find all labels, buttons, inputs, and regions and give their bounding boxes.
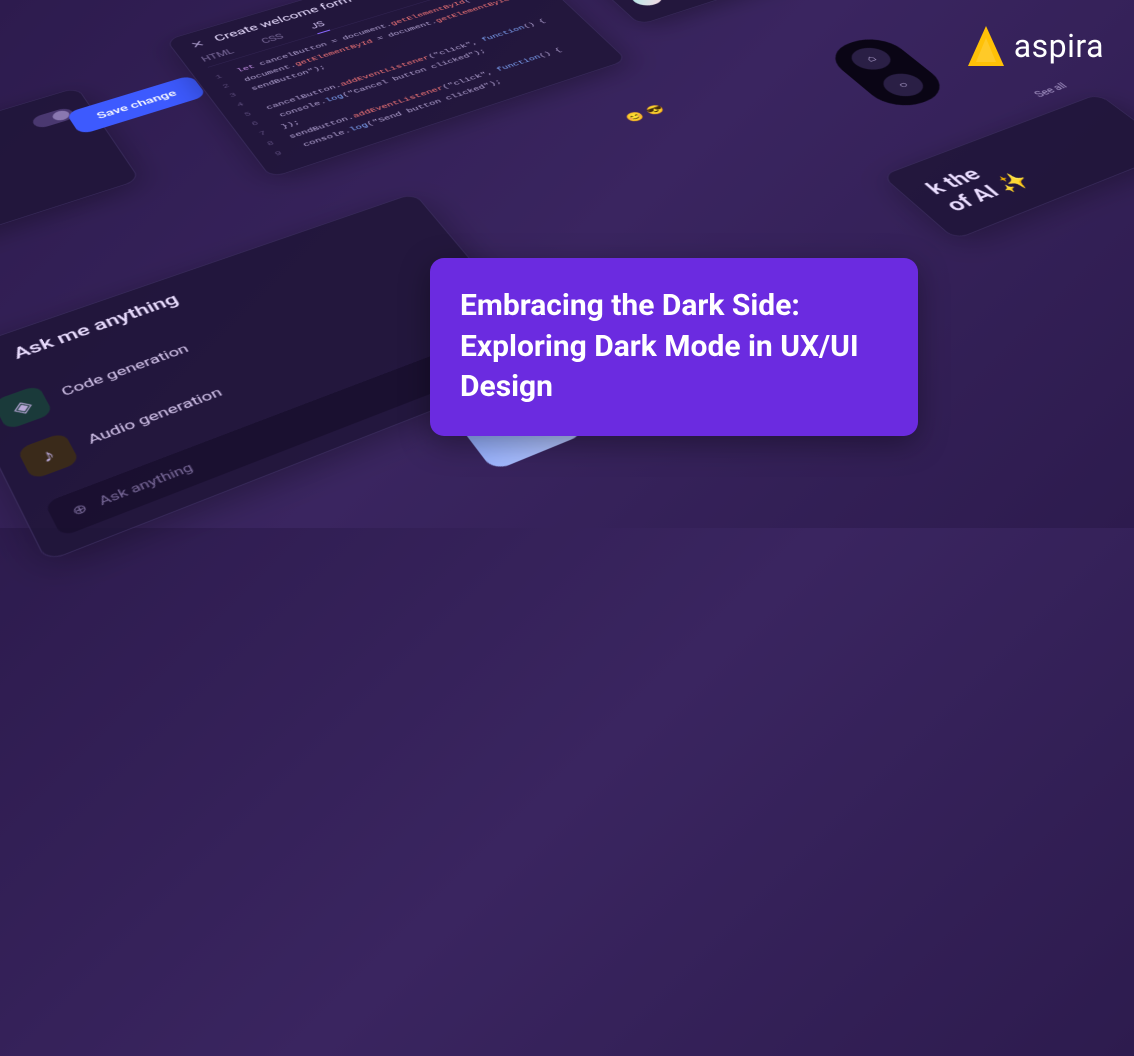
code-editor-panel: ✕ Create welcome form HTML CSS JS 1let c… (166, 0, 628, 178)
reaction-row: 😊 😎 (622, 103, 667, 124)
brand-logo[interactable]: aspira (968, 26, 1104, 66)
plus-icon[interactable]: ⊕ (69, 500, 90, 518)
settings-panel: 💬 Show team chats ✓ Marked done 🗄 Archiv… (0, 87, 140, 285)
unlock-text: k the of AI ✨ (920, 114, 1134, 215)
home-icon[interactable]: ⌂ (844, 44, 898, 74)
member-row[interactable]: Chaim (623, 0, 825, 12)
avatar (626, 0, 668, 8)
emoji-icon[interactable]: 😎 (643, 103, 667, 117)
save-button[interactable]: Save change (66, 75, 207, 135)
ask-placeholder: Ask anything (96, 460, 195, 508)
hero-title-card: Embracing the Dark Side: Exploring Dark … (430, 258, 918, 436)
code-gen-icon: ◈ (0, 385, 54, 431)
pill-icon-2[interactable]: ○ (876, 70, 932, 101)
logo-text: aspira (1014, 27, 1104, 65)
emoji-icon[interactable]: 😊 (622, 110, 647, 124)
tab-html[interactable]: HTML (200, 47, 236, 63)
logo-mark-icon (968, 26, 1004, 66)
see-all-link[interactable]: See all (1032, 81, 1070, 99)
audio-gen-icon: ♪ (17, 432, 80, 480)
floating-toolbar: ⌂ ○ (821, 32, 954, 113)
unlock-panel: See all k the of AI ✨ (881, 93, 1134, 240)
tab-js[interactable]: JS (309, 20, 331, 34)
close-icon[interactable]: ✕ (188, 38, 207, 50)
back-arrow-icon[interactable]: ← (0, 353, 2, 377)
tab-css[interactable]: CSS (260, 33, 286, 46)
